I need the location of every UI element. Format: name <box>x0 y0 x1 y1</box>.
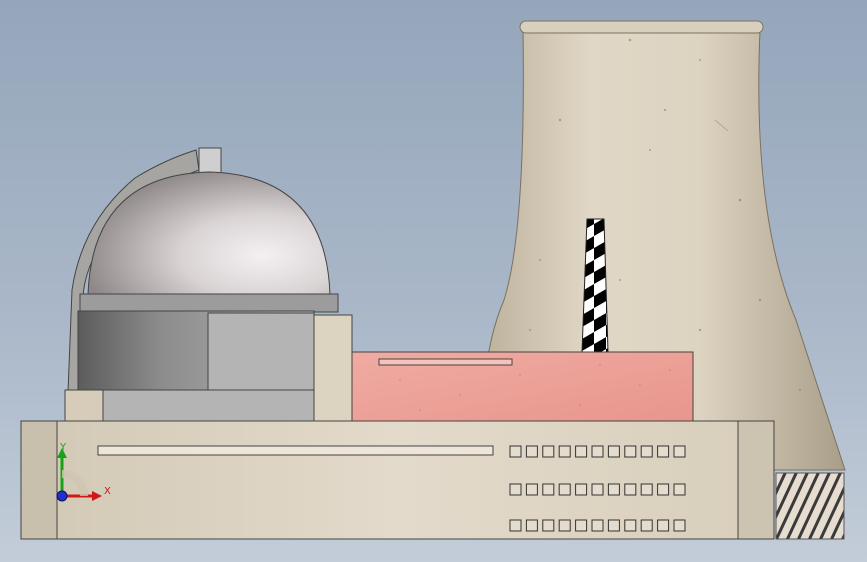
reactor-side-block <box>64 389 104 422</box>
annex-slot <box>378 358 513 366</box>
slab-window <box>542 483 555 496</box>
model-scene[interactable] <box>0 0 867 562</box>
reactor-dome-ring <box>79 293 339 313</box>
slab-window <box>525 519 538 532</box>
slab-window <box>624 519 637 532</box>
slab-window <box>657 445 670 458</box>
slab-window <box>591 519 604 532</box>
reactor-containment[interactable] <box>64 147 339 422</box>
triad-z-dot <box>56 490 68 502</box>
base-slab-right-edge <box>737 420 775 540</box>
slab-window <box>640 483 653 496</box>
chimney-stack[interactable] <box>581 218 609 353</box>
slab-window <box>673 519 686 532</box>
slab-window <box>624 483 637 496</box>
slab-window <box>591 445 604 458</box>
slab-window <box>558 519 571 532</box>
slab-window <box>509 519 522 532</box>
base-slab[interactable] <box>20 420 775 540</box>
slab-window <box>542 445 555 458</box>
slab-window <box>607 519 620 532</box>
cooling-tower-rim <box>519 20 764 34</box>
concrete-pillar[interactable] <box>313 314 353 422</box>
slab-window <box>657 483 670 496</box>
slab-window <box>607 483 620 496</box>
reactor-cylinder-face <box>207 312 315 392</box>
cooling-tower-support-legs <box>775 472 845 540</box>
slab-window <box>525 445 538 458</box>
slab-window <box>575 519 588 532</box>
triad-y-label: Y <box>60 442 67 453</box>
slab-window <box>575 445 588 458</box>
annex-building[interactable] <box>351 351 694 422</box>
slab-window <box>640 519 653 532</box>
3d-viewport[interactable]: Y X <box>0 0 867 562</box>
slab-window <box>640 445 653 458</box>
slab-window <box>673 483 686 496</box>
slab-window <box>657 519 670 532</box>
slab-window <box>591 483 604 496</box>
slab-window <box>607 445 620 458</box>
slab-window <box>558 445 571 458</box>
slab-window <box>624 445 637 458</box>
orientation-triad: Y X <box>48 440 118 510</box>
slab-window <box>558 483 571 496</box>
base-slab-slot <box>97 445 494 456</box>
triad-x-label: X <box>104 486 111 497</box>
slab-window <box>525 483 538 496</box>
slab-window <box>673 445 686 458</box>
slab-window <box>542 519 555 532</box>
slab-window <box>509 483 522 496</box>
slab-window <box>575 483 588 496</box>
reactor-lower-face <box>102 389 315 422</box>
reactor-vent-pipe <box>198 147 222 174</box>
slab-window <box>509 445 522 458</box>
